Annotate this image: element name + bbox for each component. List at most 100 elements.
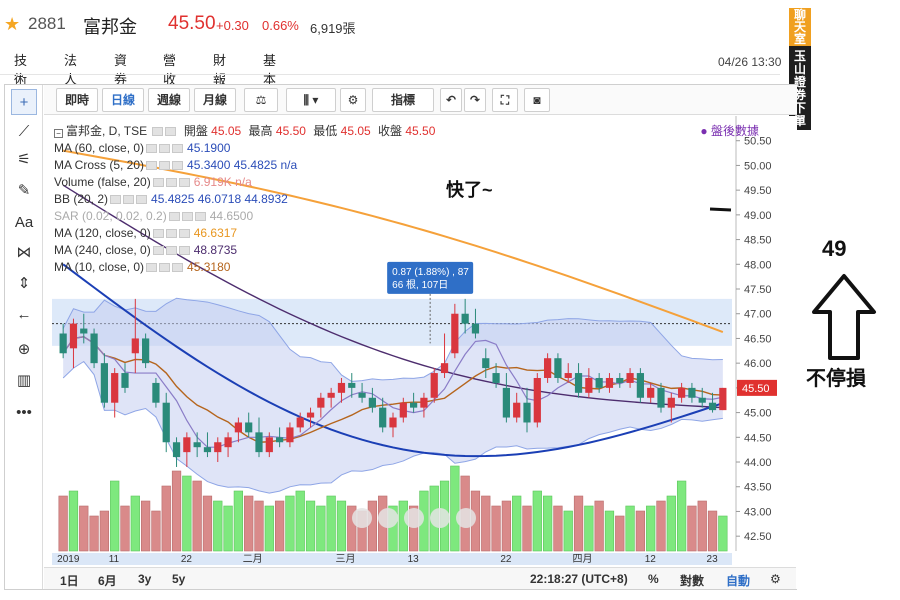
- close-mini-icon[interactable]: [178, 178, 190, 187]
- candle-body: [708, 402, 717, 411]
- drawing-toolbar: + ⟋ ⚟ ✎ Aa ⋈ ⇕ ← ⊕ ▥ •••: [5, 85, 43, 589]
- eye-icon[interactable]: [146, 161, 158, 170]
- clock: 22:18:27 (UTC+8): [530, 572, 628, 586]
- range-1d[interactable]: 1日: [60, 572, 79, 589]
- close-mini-icon[interactable]: [178, 229, 190, 238]
- fib-icon[interactable]: ⚟: [11, 147, 37, 173]
- settings-mini-icon[interactable]: [165, 229, 177, 238]
- settings-mini-icon[interactable]: [165, 246, 177, 255]
- settings-mini-icon[interactable]: [159, 263, 171, 272]
- candle-body: [368, 397, 376, 408]
- percent-toggle[interactable]: %: [648, 572, 659, 586]
- volume-bar: [130, 495, 140, 552]
- price-change: +0.30: [216, 18, 249, 33]
- indicator-legend: − 富邦金, D, TSE 開盤 45.05 最高 45.50 最低 45.05 …: [54, 123, 435, 276]
- after-market-link[interactable]: ● 盤後數據: [700, 122, 759, 139]
- settings-icon[interactable]: ⚙: [340, 88, 366, 112]
- pattern-icon[interactable]: ⋈: [11, 240, 37, 266]
- volume-bar: [707, 510, 718, 552]
- crosshair-icon[interactable]: +: [11, 89, 37, 115]
- indicators-button[interactable]: 指標: [372, 88, 434, 112]
- range-5y[interactable]: 5y: [172, 572, 185, 586]
- candle-body: [131, 338, 139, 354]
- brush-icon[interactable]: ✎: [11, 178, 37, 204]
- candle-body: [224, 437, 232, 448]
- indicators-label: 指標: [390, 93, 415, 107]
- legend-volume: Volume (false, 20) 6.919K n/a: [54, 174, 435, 191]
- candle-body: [172, 442, 181, 458]
- candle-body: [121, 373, 129, 388]
- eye-icon[interactable]: [152, 178, 164, 187]
- volume-bar: [244, 495, 254, 552]
- current-price-label: 45.50: [742, 383, 770, 395]
- close-mini-icon[interactable]: [178, 246, 190, 255]
- candle-body: [533, 377, 541, 423]
- camera-icon[interactable]: ◙: [524, 88, 550, 112]
- trendline-icon[interactable]: ⟋: [11, 119, 37, 145]
- annotation-no-stop: 不停損: [806, 368, 866, 390]
- close-mini-icon[interactable]: [172, 144, 184, 153]
- candle-body: [306, 412, 315, 418]
- close-mini-icon[interactable]: [194, 212, 206, 221]
- y-tick-label: 44.00: [744, 457, 772, 469]
- volume-bar: [367, 500, 378, 552]
- eye-icon[interactable]: [146, 263, 158, 272]
- zoom-icon[interactable]: ⊕: [11, 337, 37, 363]
- close-mini-icon[interactable]: [172, 161, 184, 170]
- candle-body: [698, 397, 706, 403]
- volume-bar: [285, 495, 295, 552]
- compare-icon[interactable]: ⚖: [244, 88, 278, 112]
- candle-body: [513, 402, 521, 418]
- candle-body: [440, 363, 449, 374]
- volume-bar: [182, 475, 192, 552]
- settings-mini-icon[interactable]: [181, 212, 193, 221]
- close-mini-icon[interactable]: [165, 127, 177, 136]
- arrow-left-icon[interactable]: ←: [11, 302, 37, 328]
- eye-icon[interactable]: [168, 212, 180, 221]
- settings-mini-icon[interactable]: [159, 144, 171, 153]
- eye-icon[interactable]: [152, 246, 164, 255]
- eye-icon[interactable]: [146, 144, 158, 153]
- daily-button[interactable]: 日線: [102, 88, 144, 112]
- more-icon[interactable]: •••: [11, 400, 37, 426]
- volume-bar: [512, 495, 522, 552]
- chart-type-icon[interactable]: ⫼ ▾: [286, 88, 336, 112]
- undo-icon[interactable]: ↶: [440, 88, 462, 112]
- text-icon[interactable]: Aa: [11, 210, 37, 236]
- candle-body: [296, 417, 304, 428]
- candle-body: [688, 387, 696, 398]
- log-toggle[interactable]: 對數: [680, 572, 704, 589]
- measure-icon[interactable]: ⇕: [11, 271, 37, 297]
- settings-mini-icon[interactable]: [123, 195, 135, 204]
- range-3y[interactable]: 3y: [138, 572, 151, 586]
- stock-price: 45.50: [168, 13, 216, 34]
- chart-area[interactable]: 50.50 50.00 49.50 49.00 48.50 48.00 47.50 47.00…: [44, 116, 797, 589]
- chatroom-label[interactable]: 聊天室: [789, 8, 811, 46]
- settings-mini-icon[interactable]: [165, 178, 177, 187]
- range-settings-icon[interactable]: ⚙: [770, 572, 781, 586]
- fullscreen-icon[interactable]: ⛶: [492, 88, 518, 112]
- quote-timestamp: 04/26 13:30: [718, 55, 782, 69]
- star-icon[interactable]: ★: [4, 14, 20, 35]
- redo-icon[interactable]: ↷: [464, 88, 486, 112]
- settings-mini-icon[interactable]: [152, 127, 164, 136]
- volume-bar: [233, 490, 244, 552]
- up-arrow-icon: [812, 274, 876, 360]
- intraday-button[interactable]: 即時: [56, 88, 98, 112]
- legend-macross: MA Cross (5, 20) 45.3400 45.4825 n/a: [54, 157, 435, 174]
- collapse-icon[interactable]: −: [54, 129, 63, 138]
- weekly-button[interactable]: 週線: [148, 88, 190, 112]
- auto-toggle[interactable]: 自動: [726, 572, 750, 589]
- close-mini-icon[interactable]: [136, 195, 148, 204]
- monthly-button[interactable]: 月線: [194, 88, 236, 112]
- settings-mini-icon[interactable]: [159, 161, 171, 170]
- chart-nav-button: [352, 508, 372, 528]
- range-6m[interactable]: 6月: [98, 572, 117, 589]
- candle-body: [595, 377, 603, 388]
- eye-icon[interactable]: [110, 195, 122, 204]
- candle-body: [523, 402, 531, 423]
- close-mini-icon[interactable]: [172, 263, 184, 272]
- y-tick-label: 50.00: [744, 160, 772, 172]
- ruler-icon[interactable]: ▥: [11, 368, 37, 394]
- eye-icon[interactable]: [152, 229, 164, 238]
